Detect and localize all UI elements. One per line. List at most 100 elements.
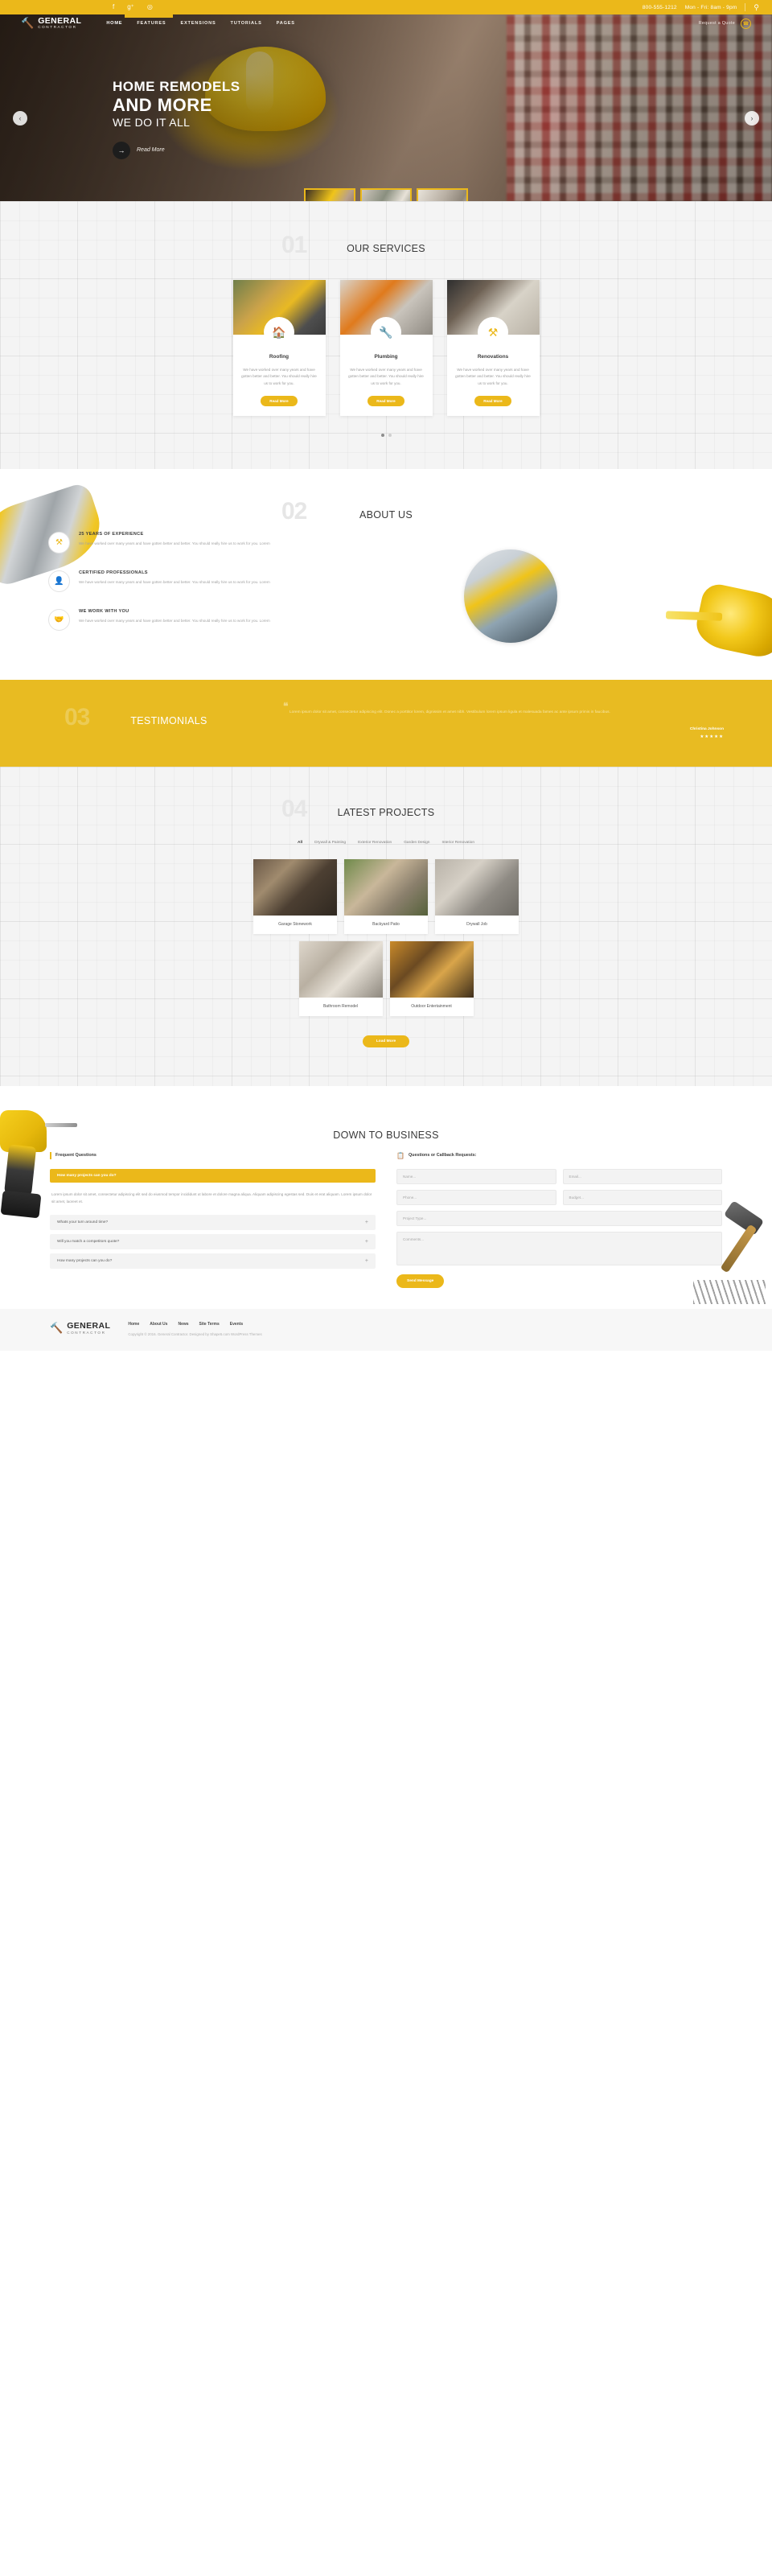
project-card[interactable]: Drywall Job (435, 858, 519, 934)
service-read-more-button[interactable]: Read More (261, 396, 298, 407)
topbar-hours: Mon - Fri: 8am - 9pm (684, 4, 737, 10)
footer-link-events[interactable]: Events (230, 1322, 243, 1327)
contact-form-column: 📋 Questions or Callback Requests: Name..… (396, 1152, 722, 1288)
business-heading: DOWN TO BUSINESS (0, 1118, 772, 1152)
about-heading: 02 ABOUT US (0, 498, 772, 532)
filter-drywall-painting[interactable]: Drywall & Painting (314, 841, 346, 845)
phone-field[interactable]: Phone... (396, 1189, 556, 1205)
service-card[interactable]: 🏠 Roofing We have worked over many years… (232, 280, 326, 417)
hero-line-2: AND MORE (113, 94, 212, 115)
plus-icon: + (364, 1220, 368, 1226)
service-name: Renovations (477, 354, 509, 360)
rss-icon[interactable]: ◎ (147, 4, 153, 10)
tools-icon: ⚒ (478, 317, 508, 348)
testimonial-quote: Lorem ipsum dolor sit amet, consectetur … (290, 710, 610, 715)
brand-subtitle: CONTRACTOR (38, 25, 77, 30)
project-card[interactable]: Bathroom Remodel (298, 940, 383, 1016)
phone-icon[interactable]: ☎ (741, 18, 751, 29)
footer-link-home[interactable]: Home (128, 1322, 139, 1327)
project-card[interactable]: Garage Stonework (253, 858, 337, 934)
accordion-row[interactable]: Will you match a competitors quote? + (50, 1234, 376, 1250)
topbar-right: 800-555-1212 Mon - Fri: 8am - 9pm ⚲ (643, 3, 759, 11)
project-card[interactable]: Backyard Patio (344, 858, 428, 934)
quote-icon: ❝ (283, 701, 289, 713)
page-root: f g⁺ ◎ 800-555-1212 Mon - Fri: 8am - 9pm… (0, 0, 772, 1351)
footer-link-news[interactable]: News (178, 1322, 188, 1327)
accordion-open-question[interactable]: How many projects can you do? (50, 1168, 376, 1183)
budget-field[interactable]: Budget... (562, 1189, 722, 1205)
social-links: f g⁺ ◎ (113, 4, 153, 10)
about-section: 02 ABOUT US ⚒ 25 YEARS OF EXPERIENCE We … (0, 469, 772, 681)
carousel-dot-1[interactable] (380, 434, 384, 438)
testimonials-title: TESTIMONIALS (130, 715, 207, 727)
service-card[interactable]: 🔧 Plumbing We have worked over many year… (339, 280, 433, 417)
accordion-row[interactable]: How many projects can you do? + (50, 1253, 376, 1269)
service-description: We have worked over many years and have … (241, 368, 317, 385)
footer-link-about-us[interactable]: About Us (150, 1322, 167, 1327)
faq-column: Frequent Questions How many projects can… (50, 1151, 376, 1288)
hero-slider: 🔨 GENERAL CONTRACTOR HOME FEATURES EXTEN… (0, 14, 772, 201)
load-more-button[interactable]: Load More (363, 1035, 409, 1047)
filter-interior-renovation[interactable]: Interior Renovation (441, 841, 474, 845)
service-read-more-button[interactable]: Read More (474, 396, 511, 407)
hero-read-more-button[interactable]: → Read More (113, 141, 240, 159)
facebook-icon[interactable]: f (113, 4, 114, 10)
bar-icon (50, 1151, 51, 1159)
business-title: DOWN TO BUSINESS (333, 1129, 439, 1141)
nav-item-extensions[interactable]: EXTENSIONS (173, 18, 223, 29)
filter-all[interactable]: All (298, 841, 302, 845)
filter-garden-design[interactable]: Garden Design (404, 841, 429, 845)
project-name: Backyard Patio (372, 921, 400, 927)
projects-filters: All Drywall & Painting Exterior Renovati… (0, 841, 772, 845)
name-field[interactable]: Name... (396, 1168, 556, 1184)
accordion-row[interactable]: Whats your turn around time? + (50, 1215, 376, 1231)
hero-thumb-3[interactable] (417, 188, 468, 201)
hero-read-more-label: Read More (137, 147, 165, 154)
chevron-right-icon[interactable]: › (745, 111, 759, 126)
nav-item-tutorials[interactable]: TUTORIALS (224, 18, 269, 29)
site-footer: 🔨 GENERAL CONTRACTOR Home About Us News … (0, 1308, 772, 1351)
project-image (344, 858, 428, 916)
nav-item-features[interactable]: FEATURES (129, 18, 173, 29)
accordion-open-answer: Lorem ipsum dolor sit amet, consectetur … (51, 1191, 372, 1204)
project-image (435, 858, 519, 916)
project-card[interactable]: Outdoor Entertainment (389, 940, 474, 1016)
accordion-question: How many projects can you do? (57, 1259, 113, 1264)
project-type-field[interactable]: Project Type... (396, 1210, 722, 1226)
about-feature: 👤 CERTIFIED PROFESSIONALS We have worked… (48, 570, 290, 593)
topbar-phone[interactable]: 800-555-1212 (643, 5, 677, 10)
footer-links: Home About Us News Site Terms Events (128, 1322, 722, 1327)
hero-thumb-2[interactable] (360, 188, 412, 201)
nav-item-pages[interactable]: PAGES (269, 18, 302, 29)
comments-field[interactable]: Comments... (396, 1231, 722, 1265)
arrow-right-icon: → (113, 141, 130, 159)
projects-title: LATEST PROJECTS (337, 806, 435, 818)
request-quote-button[interactable]: Request a Quote (699, 21, 735, 26)
testimonials-heading: 03 TESTIMONIALS (48, 704, 290, 738)
user-icon: 👤 (48, 570, 70, 593)
project-name: Garage Stonework (278, 921, 312, 927)
clipboard-icon: 📋 (396, 1151, 404, 1159)
chevron-left-icon[interactable]: ‹ (13, 111, 27, 126)
search-icon[interactable]: ⚲ (754, 3, 759, 11)
send-message-button[interactable]: Send Message (396, 1274, 445, 1288)
plus-icon: + (364, 1258, 368, 1265)
email-field[interactable]: Email... (562, 1168, 722, 1184)
services-number: 01 (281, 232, 307, 258)
filter-exterior-renovation[interactable]: Exterior Renovation (358, 841, 392, 845)
about-feature-title: CERTIFIED PROFESSIONALS (79, 570, 148, 576)
footer-link-site-terms[interactable]: Site Terms (199, 1322, 220, 1327)
service-read-more-button[interactable]: Read More (368, 396, 404, 407)
carousel-dot-2[interactable] (388, 434, 392, 438)
footer-logo[interactable]: 🔨 GENERAL CONTRACTOR (50, 1322, 110, 1335)
site-logo[interactable]: 🔨 GENERAL CONTRACTOR (21, 17, 81, 30)
project-name: Drywall Job (466, 921, 487, 927)
brand-name: GENERAL (38, 15, 82, 26)
services-heading: 01 OUR SERVICES (0, 232, 772, 265)
hero-thumb-1[interactable] (304, 188, 355, 201)
service-card[interactable]: ⚒ Renovations We have worked over many y… (446, 280, 540, 417)
nav-item-home[interactable]: HOME (99, 18, 129, 29)
services-title: OUR SERVICES (347, 243, 425, 254)
google-plus-icon[interactable]: g⁺ (127, 4, 134, 10)
wrench-icon: 🔧 (371, 317, 401, 348)
